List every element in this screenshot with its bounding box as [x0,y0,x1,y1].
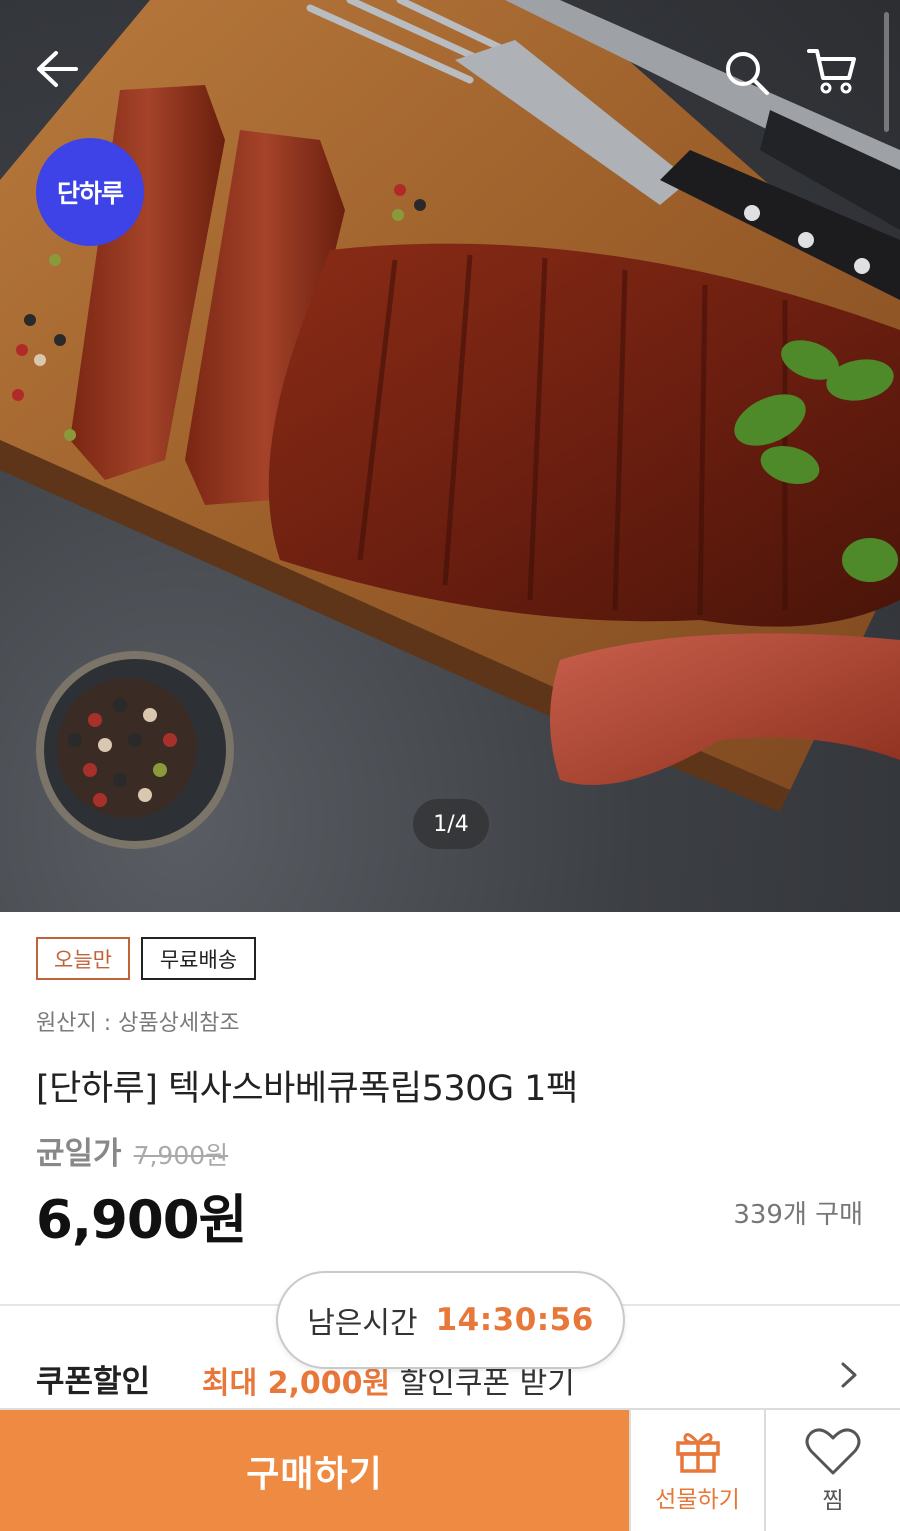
heart-icon [805,1427,861,1474]
remaining-time-label: 남은시간 [307,1306,418,1341]
wishlist-label: 찜 [822,1487,844,1514]
gift-icon [675,1432,720,1473]
buy-button[interactable]: 구매하기 [0,1410,629,1531]
remaining-time-pill: 남은시간 14:30:56 [276,1271,625,1369]
tag-today-only: 오늘만 [36,937,130,980]
bottom-action-bar: 구매하기 선물하기 찜 [0,1408,900,1531]
uniform-price-label: 균일가 [36,1136,122,1172]
purchase-count: 339개 구매 [733,1200,863,1230]
search-button[interactable] [712,38,782,108]
product-image-carousel[interactable]: 단하루 1/4 [0,0,900,912]
chevron-right-icon [841,1362,857,1388]
top-navigation-bar [0,0,900,140]
gift-label: 선물하기 [655,1486,740,1513]
search-icon [726,52,769,95]
cart-button[interactable] [797,36,867,106]
wishlist-button[interactable]: 찜 [764,1410,900,1531]
product-title: [단하루] 텍사스바베큐폭립530G 1팩 [36,1069,578,1109]
product-tags: 오늘만 무료배송 [36,937,256,980]
cart-icon [807,49,856,94]
scroll-indicator [884,12,889,132]
back-button[interactable] [22,34,92,104]
brand-badge: 단하루 [36,138,144,246]
sale-price: 6,900원 [36,1190,247,1251]
original-price: 7,900원 [133,1141,229,1170]
arrow-left-icon [37,51,78,87]
image-page-indicator: 1/4 [413,799,489,849]
coupon-action-text: 할인쿠폰 받기 [390,1366,575,1401]
coupon-max-amount: 최대 2,000원 [202,1366,391,1401]
product-origin: 원산지 : 상품상세참조 [36,1011,240,1036]
coupon-label: 쿠폰할인 [36,1364,151,1400]
gift-button[interactable]: 선물하기 [629,1410,764,1531]
price-label-row: 균일가 7,900원 [36,1128,228,1173]
tag-free-shipping: 무료배송 [141,937,256,980]
remaining-time-value: 14:30:56 [435,1302,594,1338]
